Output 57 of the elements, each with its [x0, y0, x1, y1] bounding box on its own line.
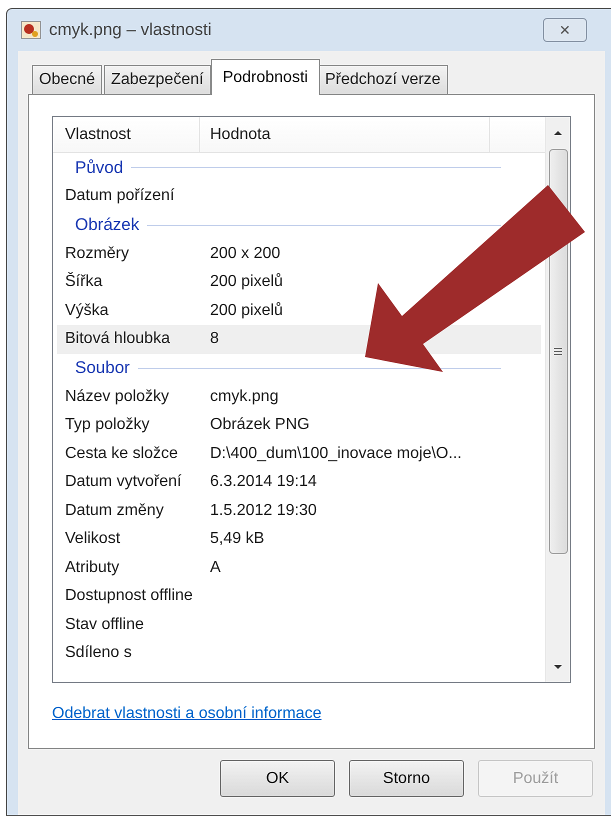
scrollbar[interactable] — [545, 117, 570, 682]
property-row[interactable]: Typ položky Obrázek PNG — [57, 411, 541, 440]
column-header[interactable]: Hodnota — [200, 117, 490, 152]
property-name: Dostupnost offline — [64, 586, 194, 606]
property-row[interactable]: Sdíleno s — [57, 639, 541, 668]
property-value: 5,49 kB — [209, 529, 264, 550]
property-value: A — [209, 558, 221, 578]
property-name: Sdíleno s — [64, 643, 133, 664]
tab[interactable]: Zabezpečení — [104, 65, 211, 95]
property-name: Stav offline — [64, 614, 145, 635]
property-row[interactable]: Datum změny 1.5.2012 19:30 — [57, 496, 541, 525]
property-row[interactable]: Stav offline — [57, 610, 541, 639]
property-name: Typ položky — [64, 415, 150, 436]
scroll-down-icon[interactable] — [553, 664, 563, 670]
image-file-icon — [21, 21, 41, 39]
column-header[interactable]: Vlastnost — [53, 117, 200, 152]
property-row[interactable]: Název položky cmyk.png — [57, 382, 541, 411]
property-row[interactable]: Atributy A — [57, 554, 541, 582]
property-value: 6.3.2014 19:14 — [209, 472, 317, 492]
property-value: cmyk.png — [209, 386, 278, 407]
property-name: Atributy — [64, 558, 120, 578]
property-row[interactable]: Výška 200 pixelů — [57, 296, 541, 325]
property-value: 8 — [209, 329, 219, 350]
property-name: Datum pořízení — [64, 186, 176, 206]
property-name: Cesta ke složce — [64, 444, 179, 464]
tab[interactable]: Podrobnosti — [210, 59, 320, 95]
scroll-up-icon[interactable] — [553, 130, 563, 136]
property-value: 200 pixelů — [209, 272, 283, 292]
window-title: cmyk.png – vlastnosti — [49, 19, 212, 42]
tab[interactable]: Obecné — [32, 65, 102, 95]
property-row[interactable]: Dostupnost offline — [57, 582, 541, 610]
property-name: Datum změny — [64, 500, 165, 521]
tab[interactable]: Předchozí verze — [318, 65, 448, 95]
property-name: Bitová hloubka — [64, 329, 171, 350]
property-value: 200 pixelů — [209, 300, 283, 321]
property-row[interactable]: Velikost 5,49 kB — [57, 525, 541, 554]
group-header: Soubor — [75, 357, 130, 380]
property-name: Rozměry — [64, 244, 130, 264]
property-name: Datum vytvoření — [64, 472, 182, 492]
property-row[interactable]: Šířka 200 pixelů — [57, 268, 541, 296]
group-header: Obrázek — [75, 214, 140, 236]
property-name: Název položky — [64, 386, 170, 407]
dialog-button[interactable]: Storno — [349, 760, 464, 797]
property-value: 200 x 200 — [209, 244, 280, 264]
property-name: Výška — [64, 300, 110, 321]
dialog-button[interactable]: OK — [220, 760, 335, 797]
property-row[interactable]: Datum vytvoření 6.3.2014 19:14 — [57, 468, 541, 496]
property-value: Obrázek PNG — [209, 415, 310, 436]
property-row[interactable]: Cesta ke složce D:\400_dum\100_inovace moje\O... — [57, 440, 541, 468]
close-button[interactable]: ✕ — [543, 18, 587, 42]
group-header: Původ — [75, 156, 124, 179]
property-name: Velikost — [64, 529, 122, 550]
property-value: 1.5.2012 19:30 — [209, 500, 317, 521]
property-value: D:\400_dum\100_inovace moje\O... — [209, 444, 462, 464]
grip-icon — [554, 348, 562, 355]
remove-properties-link[interactable]: Odebrat vlastnosti a osobní informace — [52, 702, 322, 726]
property-name: Šířka — [64, 271, 104, 292]
